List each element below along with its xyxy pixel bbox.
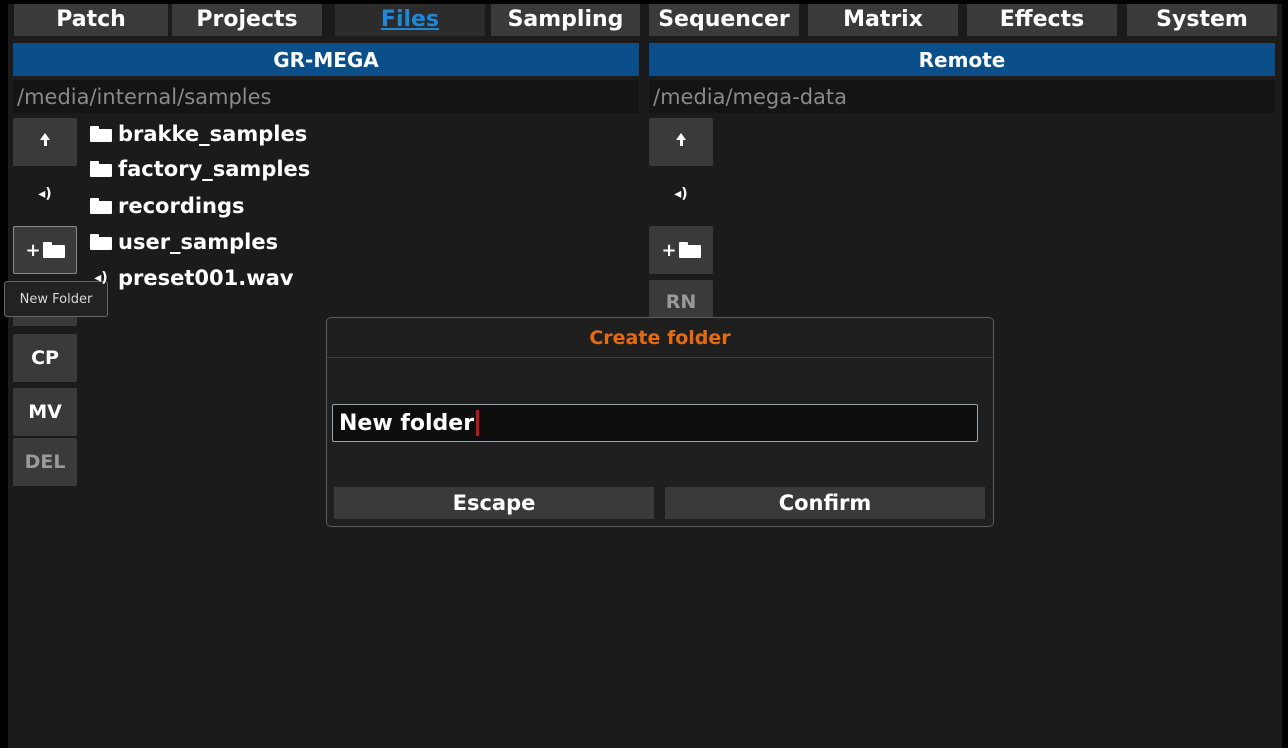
left-new-folder-button[interactable]: + (13, 226, 77, 274)
up-arrow-icon (40, 133, 50, 149)
left-play-button[interactable]: ◂) (13, 170, 77, 218)
speaker-icon: ◂) (94, 270, 108, 286)
tab-sequencer[interactable]: Sequencer (649, 4, 799, 36)
tab-sampling[interactable]: Sampling (491, 4, 640, 36)
right-path-bar: /media/mega-data (649, 80, 1275, 113)
escape-button[interactable]: Escape (334, 487, 654, 519)
tab-effects[interactable]: Effects (967, 4, 1117, 36)
confirm-button[interactable]: Confirm (665, 487, 985, 519)
folder-icon (90, 198, 112, 214)
left-panel-title: GR-MEGA (13, 43, 639, 76)
left-up-button[interactable] (13, 118, 77, 166)
text-caret (476, 410, 480, 436)
file-name: recordings (118, 194, 245, 218)
right-new-folder-button[interactable]: + (649, 226, 713, 274)
file-name: user_samples (118, 230, 279, 254)
folder-icon (90, 126, 112, 142)
file-name: factory_samples (118, 157, 311, 181)
screen-bezel-left (0, 0, 8, 748)
right-up-button[interactable] (649, 118, 713, 166)
left-copy-button[interactable]: CP (13, 334, 77, 382)
tab-patch[interactable]: Patch (14, 4, 168, 36)
create-folder-dialog: Create folder New folder Escape Confirm (326, 317, 994, 527)
folder-icon (42, 242, 65, 258)
right-panel-title: Remote (649, 43, 1275, 76)
dialog-title: Create folder (327, 318, 993, 358)
list-item[interactable]: recordings (90, 189, 245, 223)
list-item[interactable]: factory_samples (90, 152, 310, 186)
left-delete-button[interactable]: DEL (13, 438, 77, 486)
folder-name-input[interactable]: New folder (332, 404, 978, 442)
tab-projects[interactable]: Projects (172, 4, 322, 36)
up-arrow-icon (676, 133, 686, 149)
tab-system[interactable]: System (1127, 4, 1277, 36)
list-item[interactable]: brakke_samples (90, 117, 307, 151)
new-folder-plus: + (25, 239, 41, 261)
file-name: preset001.wav (118, 266, 294, 290)
left-move-button[interactable]: MV (13, 388, 77, 436)
speaker-icon: ◂) (38, 186, 52, 202)
folder-name-value: New folder (339, 410, 475, 436)
left-path-bar: /media/internal/samples (13, 80, 639, 113)
right-play-button[interactable]: ◂) (649, 170, 713, 218)
folder-icon (678, 242, 701, 258)
speaker-icon: ◂) (674, 186, 688, 202)
list-item[interactable]: user_samples (90, 225, 278, 259)
list-item[interactable]: ◂) preset001.wav (90, 261, 294, 295)
new-folder-plus: + (661, 239, 677, 261)
file-name: brakke_samples (118, 122, 308, 146)
folder-icon (90, 161, 112, 177)
tab-files[interactable]: Files (335, 4, 485, 36)
screen-bezel-right (1282, 0, 1288, 748)
folder-icon (90, 234, 112, 250)
tab-matrix[interactable]: Matrix (808, 4, 958, 36)
